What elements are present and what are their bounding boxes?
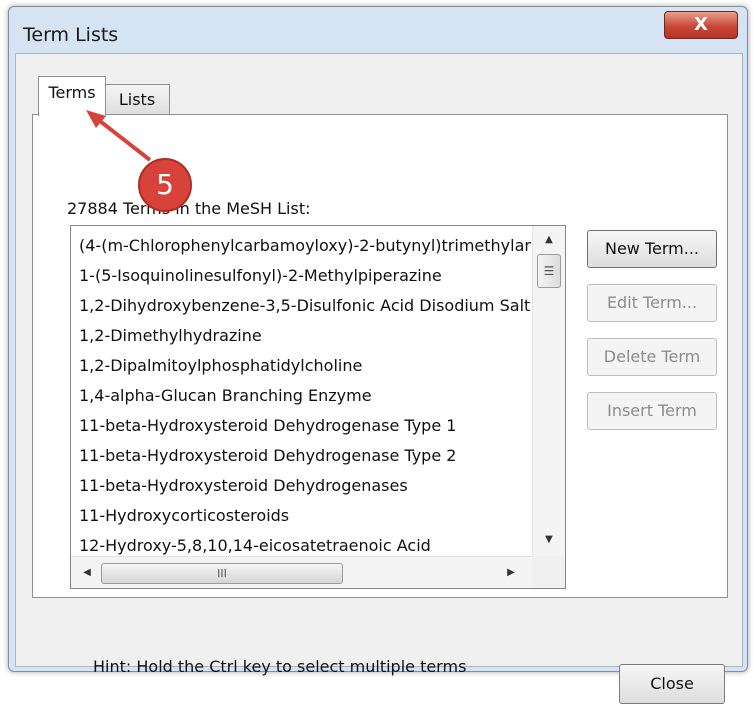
- list-item[interactable]: 1,4-alpha-Glucan Branching Enzyme: [79, 381, 531, 411]
- tab-terms[interactable]: Terms: [38, 76, 106, 116]
- list-item[interactable]: 11-beta-Hydroxysteroid Dehydrogenase Typ…: [79, 441, 531, 471]
- list-item[interactable]: 1,2-Dimethylhydrazine: [79, 321, 531, 351]
- scrollbar-corner: [532, 556, 565, 588]
- step-number-badge: 5: [138, 158, 192, 212]
- scroll-left-icon[interactable]: ◀: [77, 557, 97, 588]
- new-term-button[interactable]: New Term...: [587, 230, 717, 268]
- tab-terms-label: Terms: [48, 83, 96, 102]
- vertical-scroll-thumb[interactable]: ☰: [537, 254, 561, 288]
- list-item[interactable]: 1-(5-Isoquinolinesulfonyl)-2-Methylpiper…: [79, 261, 531, 291]
- window-title: Term Lists: [23, 24, 119, 46]
- list-item[interactable]: 11-Hydroxycorticosteroids: [79, 501, 531, 531]
- horizontal-scroll-thumb[interactable]: III: [101, 563, 343, 584]
- tab-lists-label: Lists: [118, 90, 156, 109]
- scroll-right-icon[interactable]: ▶: [501, 557, 521, 588]
- list-item[interactable]: 11-beta-Hydroxysteroid Dehydrogenase Typ…: [79, 411, 531, 441]
- vertical-scrollbar[interactable]: ▲ ☰ ▼: [532, 226, 565, 556]
- terms-listbox[interactable]: (4-(m-Chlorophenylcarbamoyloxy)-2-butyny…: [70, 225, 566, 589]
- list-item[interactable]: 1,2-Dihydroxybenzene-3,5-Disulfonic Acid…: [79, 291, 531, 321]
- close-icon: X: [694, 14, 708, 35]
- list-item[interactable]: 1,2-Dipalmitoylphosphatidylcholine: [79, 351, 531, 381]
- close-window-button[interactable]: X: [664, 11, 738, 39]
- title-bar: Term Lists X: [9, 7, 747, 53]
- edit-term-button[interactable]: Edit Term...: [587, 284, 717, 322]
- term-count-label: 27884 Terms in the MeSH List:: [67, 199, 311, 218]
- list-item[interactable]: 11-beta-Hydroxysteroid Dehydrogenases: [79, 471, 531, 501]
- list-item[interactable]: (4-(m-Chlorophenylcarbamoyloxy)-2-butyny…: [79, 231, 531, 261]
- scroll-down-icon[interactable]: ▼: [533, 526, 565, 554]
- scroll-up-icon[interactable]: ▲: [533, 226, 565, 254]
- insert-term-button[interactable]: Insert Term: [587, 392, 717, 430]
- term-lists-dialog: Term Lists X Terms Lists 27884 Terms in …: [8, 6, 748, 704]
- selection-hint: Hint: Hold the Ctrl key to select multip…: [93, 657, 467, 676]
- close-button[interactable]: Close: [619, 664, 725, 704]
- tab-lists[interactable]: Lists: [104, 84, 170, 115]
- dialog-client-area: Terms Lists 27884 Terms in the MeSH List…: [15, 53, 743, 704]
- delete-term-button[interactable]: Delete Term: [587, 338, 717, 376]
- terms-list-items: (4-(m-Chlorophenylcarbamoyloxy)-2-butyny…: [79, 231, 531, 561]
- horizontal-scrollbar[interactable]: ◀ III ▶: [71, 556, 532, 588]
